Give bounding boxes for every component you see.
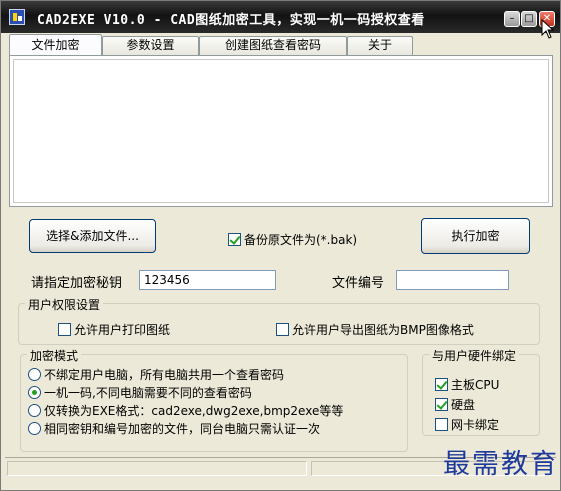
encryption-key-label: 请指定加密秘钥 bbox=[31, 276, 123, 291]
bind-mainboard-cpu-checkbox-box[interactable] bbox=[435, 378, 448, 391]
minimize-button[interactable]: – bbox=[504, 11, 520, 27]
execute-encrypt-button[interactable]: 执行加密 bbox=[421, 218, 530, 254]
backup-checkbox-label: 备份原文件为(*.bak) bbox=[244, 233, 358, 247]
mode-option-label: 相同密钥和编号加密的文件，同台电脑只需认证一次 bbox=[44, 422, 321, 436]
allow-export-bmp-checkbox-box[interactable] bbox=[276, 323, 289, 336]
mode-option-label: 一机一码,不同电脑需要不同的查看密码 bbox=[44, 386, 252, 400]
file-list[interactable] bbox=[13, 59, 549, 203]
bind-harddisk-checkbox-box[interactable] bbox=[435, 398, 448, 411]
backup-checkbox-box[interactable] bbox=[228, 233, 241, 246]
tab-file-encrypt[interactable]: 文件加密 bbox=[9, 34, 102, 55]
bind-network-card-label: 网卡绑定 bbox=[451, 418, 500, 432]
title-bar[interactable]: CAD2EXE V10.0 - CAD图纸加密工具，实现一机一码授权查看 – □… bbox=[1, 1, 560, 33]
bind-mainboard-cpu-label: 主板CPU bbox=[451, 378, 500, 392]
encryption-key-input[interactable]: 123456 bbox=[139, 270, 276, 290]
app-window: CAD2EXE V10.0 - CAD图纸加密工具，实现一机一码授权查看 – □… bbox=[0, 0, 561, 491]
mode-option-same-key-auth-once[interactable]: 相同密钥和编号加密的文件，同台电脑只需认证一次 bbox=[28, 420, 320, 437]
mode-option-no-bind[interactable]: 不绑定用户电脑，所有电脑共用一个查看密码 bbox=[28, 366, 284, 383]
tab-create-view-password[interactable]: 创建图纸查看密码 bbox=[199, 36, 347, 55]
file-number-input[interactable] bbox=[396, 270, 509, 290]
user-permissions-title: 用户权限设置 bbox=[25, 296, 104, 313]
bind-network-card-checkbox-box[interactable] bbox=[435, 418, 448, 431]
allow-print-checkbox-box[interactable] bbox=[58, 323, 71, 336]
radio-icon[interactable] bbox=[28, 404, 41, 417]
bind-harddisk-checkbox[interactable]: 硬盘 bbox=[435, 396, 475, 413]
encryption-mode-title: 加密模式 bbox=[27, 347, 82, 364]
allow-export-bmp-label: 允许用户导出图纸为BMP图像格式 bbox=[292, 323, 474, 337]
select-add-files-button[interactable]: 选择&添加文件... bbox=[29, 219, 156, 253]
radio-icon[interactable] bbox=[28, 422, 41, 435]
tab-about[interactable]: 关于 bbox=[347, 36, 413, 55]
mode-option-convert-exe-only[interactable]: 仅转换为EXE格式：cad2exe,dwg2exe,bmp2exe等等 bbox=[28, 402, 343, 419]
app-icon bbox=[9, 9, 25, 25]
status-segment bbox=[7, 461, 307, 476]
tab-panel bbox=[9, 55, 553, 207]
watermark-text: 最需教育 bbox=[443, 449, 559, 480]
allow-print-checkbox[interactable]: 允许用户打印图纸 bbox=[58, 321, 170, 338]
maximize-button[interactable]: □ bbox=[521, 11, 537, 27]
window-title: CAD2EXE V10.0 - CAD图纸加密工具，实现一机一码授权查看 bbox=[37, 13, 425, 28]
mode-option-label: 仅转换为EXE格式：cad2exe,dwg2exe,bmp2exe等等 bbox=[44, 404, 344, 418]
backup-checkbox[interactable]: 备份原文件为(*.bak) bbox=[228, 231, 357, 248]
hardware-binding-title: 与用户硬件绑定 bbox=[429, 347, 520, 364]
bind-harddisk-label: 硬盘 bbox=[451, 398, 476, 412]
mode-option-label: 不绑定用户电脑，所有电脑共用一个查看密码 bbox=[44, 368, 285, 382]
radio-icon[interactable] bbox=[28, 368, 41, 381]
file-number-label: 文件编号 bbox=[332, 276, 385, 291]
tab-strip: 文件加密 参数设置 创建图纸查看密码 关于 bbox=[9, 34, 413, 55]
tab-parameter-settings[interactable]: 参数设置 bbox=[102, 36, 199, 55]
allow-export-bmp-checkbox[interactable]: 允许用户导出图纸为BMP图像格式 bbox=[276, 321, 474, 338]
bind-mainboard-cpu-checkbox[interactable]: 主板CPU bbox=[435, 376, 499, 393]
bind-network-card-checkbox[interactable]: 网卡绑定 bbox=[435, 416, 499, 433]
mode-option-one-machine-one-code[interactable]: 一机一码,不同电脑需要不同的查看密码 bbox=[28, 384, 252, 401]
allow-print-label: 允许用户打印图纸 bbox=[74, 323, 171, 337]
radio-icon[interactable] bbox=[28, 386, 41, 399]
